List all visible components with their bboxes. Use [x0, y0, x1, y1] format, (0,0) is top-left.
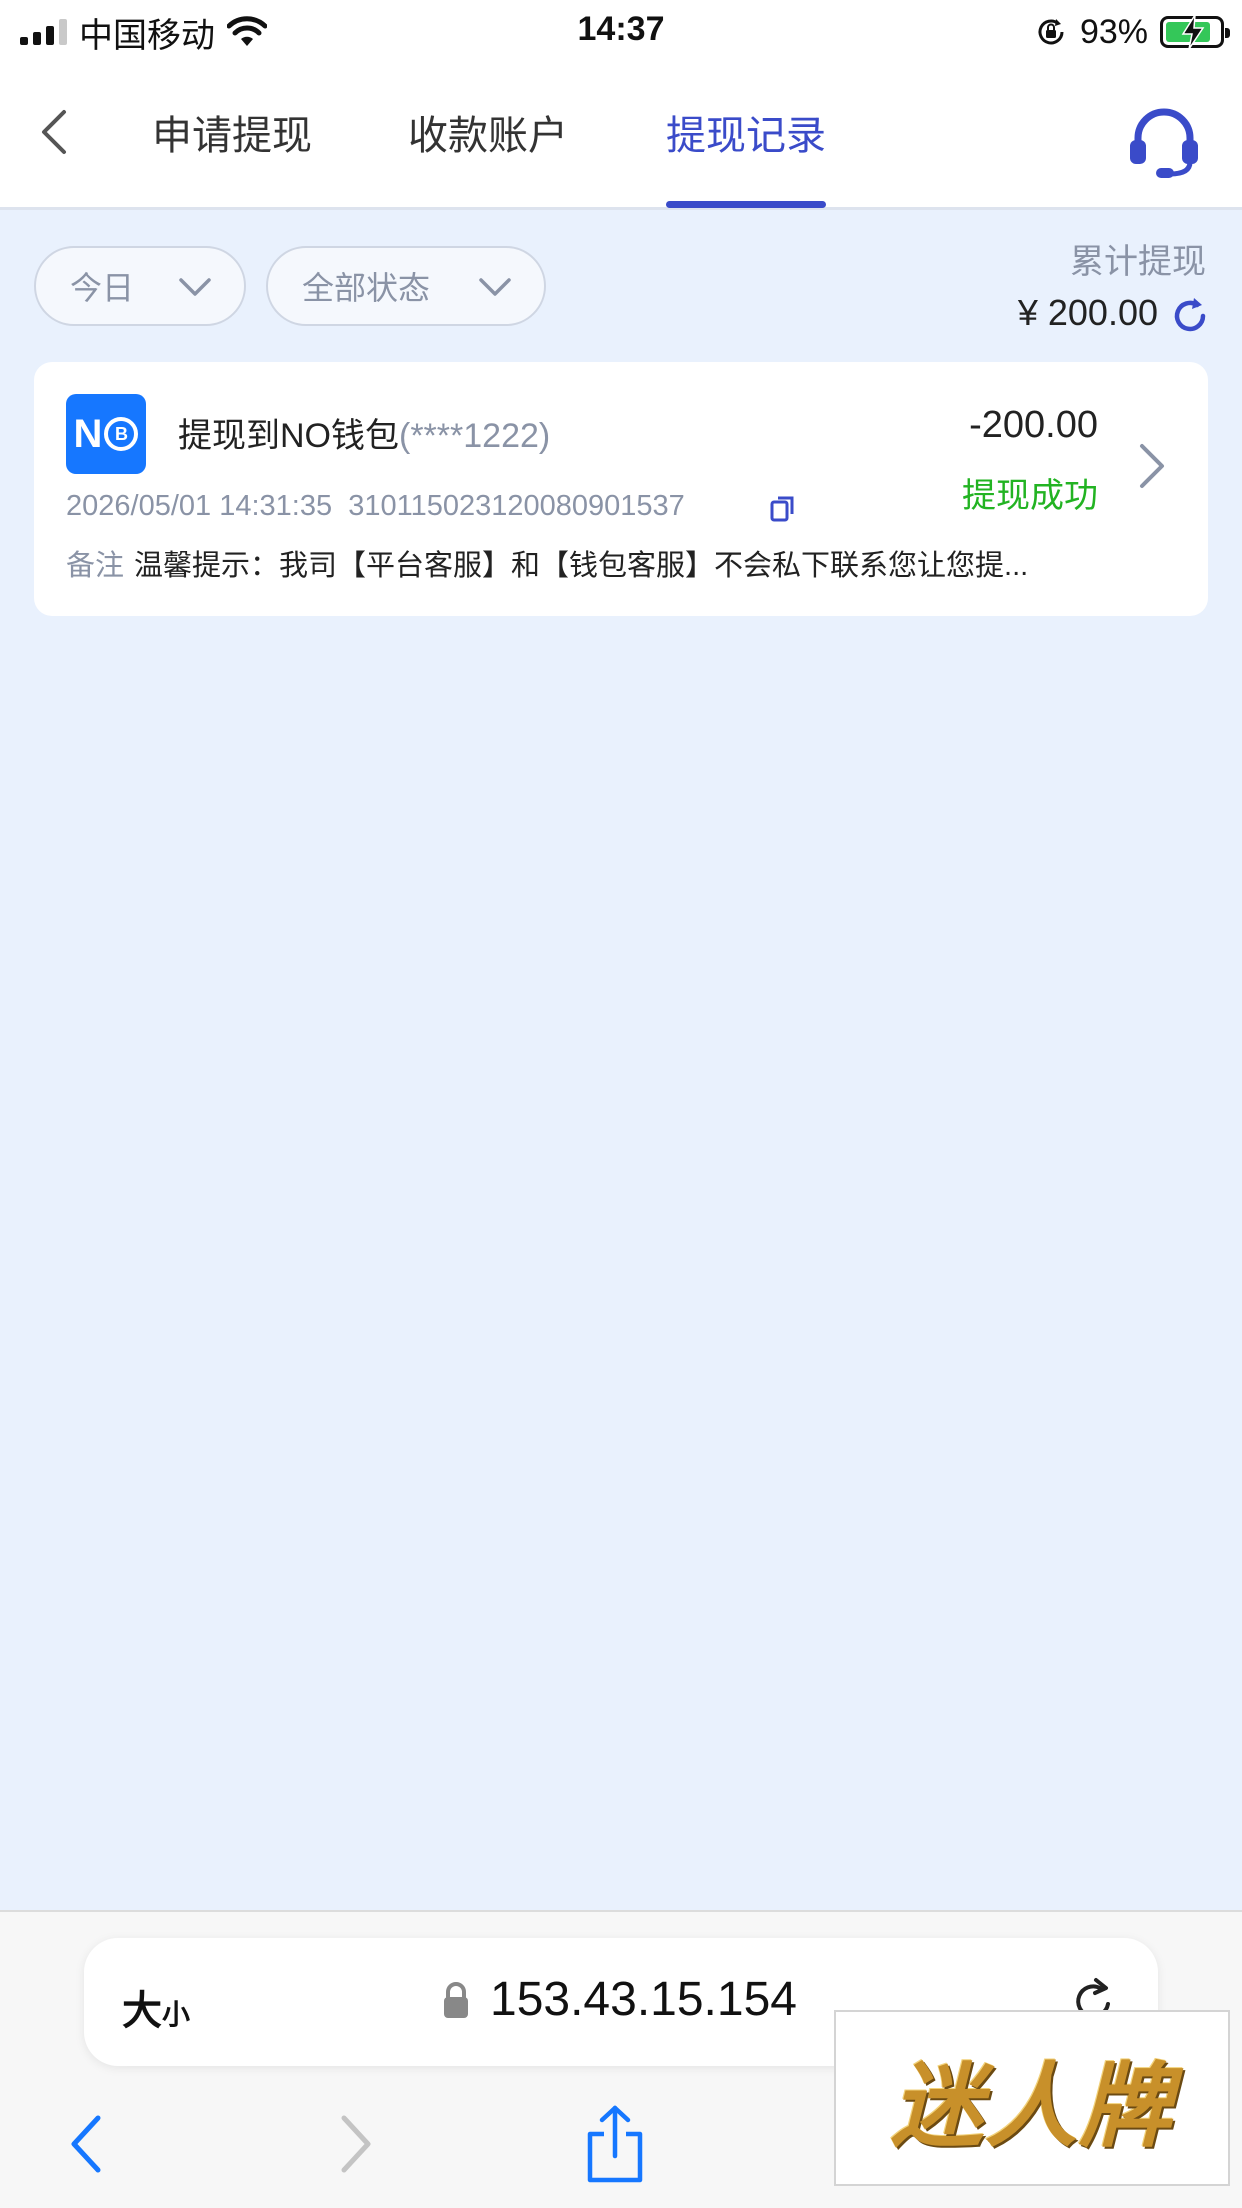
record-note: 备注 温馨提示：我司【平台客服】和【钱包客服】不会私下联系您让您提...: [66, 542, 1106, 584]
copy-icon[interactable]: [768, 494, 798, 524]
date-filter-dropdown[interactable]: 今日: [34, 246, 246, 326]
watermark-logo: 迷人牌: [834, 2010, 1230, 2186]
record-title: 提现到NO钱包(****1222): [178, 408, 550, 457]
status-bar: 中国移动 14:37 93%: [0, 0, 1242, 64]
back-button[interactable]: [30, 104, 78, 160]
record-account-mask: (****1222): [399, 417, 551, 455]
record-note-text: 温馨提示：我司【平台客服】和【钱包客服】不会私下联系您让您提...: [134, 550, 1029, 582]
url-text: 153.43.15.154: [490, 1973, 797, 2026]
lock-icon: [444, 1982, 468, 2018]
share-icon[interactable]: [584, 2104, 646, 2184]
refresh-icon[interactable]: [1170, 296, 1210, 336]
browser-back-icon[interactable]: [66, 2112, 106, 2176]
status-filter-dropdown[interactable]: 全部状态: [266, 246, 546, 326]
page-header: 申请提现 收款账户 提现记录: [0, 64, 1242, 210]
battery-percent: 93%: [1079, 12, 1148, 51]
record-destination: 提现到NO钱包: [178, 417, 399, 455]
tab-withdraw-records[interactable]: 提现记录: [666, 106, 826, 166]
chevron-down-icon: [479, 278, 511, 296]
total-withdraw-label: 累计提现: [1070, 243, 1206, 281]
record-order-number: 310115023120080901537: [348, 490, 685, 522]
status-bar-right: 93%: [1034, 10, 1230, 54]
text-size-button[interactable]: 大小: [122, 1978, 190, 2036]
chevron-right-icon[interactable]: [1134, 440, 1170, 492]
record-amount: -200.00: [969, 404, 1098, 446]
battery-icon: [1160, 15, 1230, 49]
text-size-big-label: 大: [122, 1989, 162, 2033]
record-status: 提现成功: [962, 477, 1098, 515]
tab-apply-withdraw[interactable]: 申请提现: [152, 106, 312, 166]
customer-service-headset-icon[interactable]: [1124, 102, 1204, 182]
status-filter-label: 全部状态: [302, 270, 431, 306]
active-tab-indicator: [666, 201, 826, 208]
record-note-label: 备注: [66, 550, 125, 582]
tab-payee-account[interactable]: 收款账户: [408, 106, 568, 166]
withdraw-record-card[interactable]: NB 提现到NO钱包(****1222) -200.00 提现成功 2026/0…: [34, 362, 1208, 616]
no-wallet-logo: NB: [66, 394, 146, 474]
browser-forward-icon[interactable]: [336, 2112, 376, 2176]
total-withdraw-amount: ¥ 200.00: [1017, 292, 1158, 333]
orientation-lock-icon: [1038, 19, 1064, 45]
chevron-down-icon: [179, 278, 211, 296]
record-meta: 2026/05/01 14:31:35 31011502312008090153…: [66, 490, 685, 523]
date-filter-label: 今日: [70, 270, 135, 306]
text-size-small-label: 小: [162, 1999, 191, 2030]
record-datetime: 2026/05/01 14:31:35: [66, 490, 333, 522]
watermark-text: 迷人牌: [890, 2051, 1173, 2160]
